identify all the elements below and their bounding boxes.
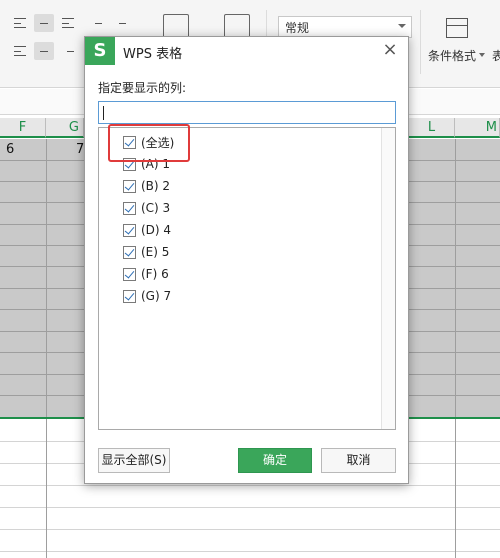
list-item-col-c[interactable]: (C) 3 bbox=[123, 198, 170, 218]
align-middle-button[interactable] bbox=[34, 14, 54, 32]
columns-prompt-label: 指定要显示的列: bbox=[98, 81, 187, 95]
close-button[interactable]: × bbox=[380, 40, 400, 60]
dialog-titlebar[interactable]: S WPS 表格 × bbox=[85, 37, 408, 65]
list-item-col-g[interactable]: (G) 7 bbox=[123, 286, 171, 306]
dialog-title: WPS 表格 bbox=[123, 47, 183, 62]
increase-indent-button[interactable] bbox=[110, 14, 130, 32]
align-middle-icon bbox=[38, 18, 50, 28]
number-format-value: 常规 bbox=[285, 21, 310, 35]
align-right-button[interactable] bbox=[58, 42, 78, 60]
checkbox-col-d[interactable] bbox=[123, 223, 136, 237]
align-center-icon bbox=[38, 46, 50, 56]
increase-indent-icon bbox=[114, 18, 126, 28]
checkbox-col-g[interactable] bbox=[123, 289, 136, 303]
grid-column-line bbox=[46, 139, 47, 558]
list-item-label: (D) 4 bbox=[141, 223, 172, 237]
list-scrollbar[interactable] bbox=[381, 128, 395, 429]
align-center-button[interactable] bbox=[34, 42, 54, 60]
align-bottom-button[interactable] bbox=[58, 14, 78, 32]
column-list[interactable]: (全选) (A) 1 (B) 2 (C) 3 (D) 4 (E) 5 (F) 6 bbox=[98, 127, 396, 430]
show-all-button[interactable]: 显示全部(S) bbox=[98, 448, 170, 473]
align-top-icon bbox=[14, 18, 26, 28]
list-item-col-b[interactable]: (B) 2 bbox=[123, 176, 170, 196]
list-item-col-f[interactable]: (F) 6 bbox=[123, 264, 169, 284]
chevron-down-icon bbox=[479, 53, 485, 57]
column-header-g[interactable]: G bbox=[46, 118, 84, 138]
conditional-format-icon[interactable] bbox=[446, 18, 468, 38]
ribbon-separator bbox=[420, 10, 421, 74]
column-header-l[interactable]: L bbox=[409, 118, 455, 138]
grid-row-line bbox=[0, 507, 500, 508]
align-left-button[interactable] bbox=[10, 42, 30, 60]
list-item-col-e[interactable]: (E) 5 bbox=[123, 242, 169, 262]
show-columns-dialog: S WPS 表格 × 指定要显示的列: (全选) (A) 1 (B) 2 (C)… bbox=[84, 36, 409, 484]
align-bottom-icon bbox=[62, 18, 74, 28]
grid-row-line bbox=[0, 485, 500, 486]
cancel-button[interactable]: 取消 bbox=[321, 448, 396, 473]
chevron-down-icon bbox=[398, 24, 406, 28]
align-right-icon bbox=[62, 46, 74, 56]
grid-row-line bbox=[0, 529, 500, 530]
grid-column-line bbox=[455, 139, 456, 558]
select-all-highlight bbox=[108, 124, 190, 162]
column-header-f[interactable]: F bbox=[0, 118, 46, 138]
checkbox-col-f[interactable] bbox=[123, 267, 136, 281]
list-item-label: (F) 6 bbox=[141, 267, 169, 281]
checkbox-col-e[interactable] bbox=[123, 245, 136, 259]
column-search-input[interactable] bbox=[98, 101, 396, 124]
list-item-label: (G) 7 bbox=[141, 289, 172, 303]
list-item-col-d[interactable]: (D) 4 bbox=[123, 220, 171, 240]
number-format-select[interactable]: 常规 bbox=[278, 16, 412, 38]
table-style-button[interactable]: 表 bbox=[492, 47, 500, 64]
decrease-indent-button[interactable] bbox=[86, 14, 106, 32]
cell-f1[interactable]: 6 bbox=[6, 140, 14, 160]
column-header-m[interactable]: M bbox=[455, 118, 500, 138]
align-top-button[interactable] bbox=[10, 14, 30, 32]
grid-row-line bbox=[0, 551, 500, 552]
checkbox-col-b[interactable] bbox=[123, 179, 136, 193]
align-left-icon bbox=[14, 46, 26, 56]
text-cursor bbox=[103, 106, 104, 120]
checkbox-col-c[interactable] bbox=[123, 201, 136, 215]
ok-button[interactable]: 确定 bbox=[238, 448, 312, 473]
list-item-label: (E) 5 bbox=[141, 245, 170, 259]
conditional-format-button[interactable]: 条件格式 bbox=[428, 47, 476, 64]
decrease-indent-icon bbox=[90, 18, 102, 28]
list-item-label: (C) 3 bbox=[141, 201, 171, 215]
wps-logo-icon: S bbox=[85, 37, 115, 65]
list-item-label: (B) 2 bbox=[141, 179, 171, 193]
